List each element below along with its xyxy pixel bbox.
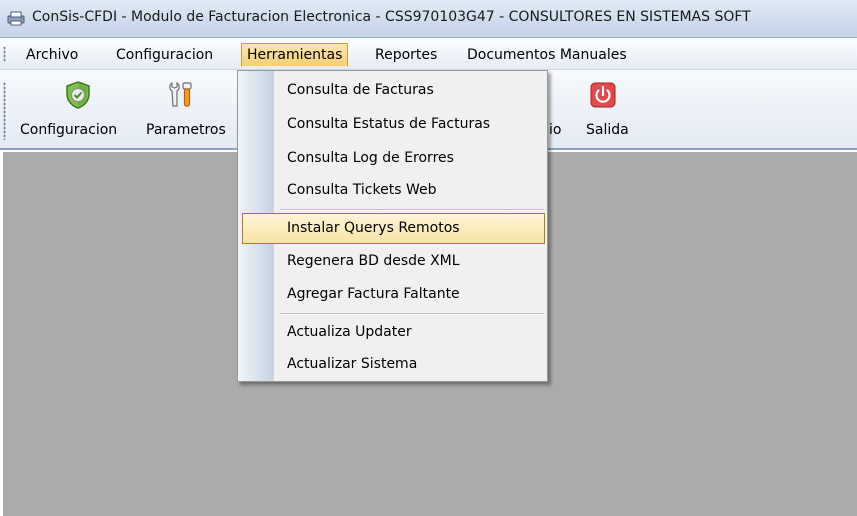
menubar-grip[interactable] [3, 46, 6, 62]
shield-check-icon [66, 81, 90, 109]
menu-item-consulta-tickets[interactable]: Consulta Tickets Web [242, 175, 545, 206]
tools-icon [169, 81, 192, 107]
menu-separator [280, 313, 544, 315]
herramientas-dropdown: Consulta de Facturas Consulta Estatus de… [237, 70, 548, 382]
menu-item-instalar-querys[interactable]: Instalar Querys Remotos [242, 213, 545, 244]
menu-item-consulta-log[interactable]: Consulta Log de Erorres [242, 143, 545, 174]
menu-item-agregar-factura[interactable]: Agregar Factura Faltante [242, 279, 545, 310]
menu-item-actualizar-sistema[interactable]: Actualizar Sistema [242, 349, 545, 380]
parametros-tool-button[interactable]: Parametros [144, 70, 238, 148]
menu-item-consulta-estatus[interactable]: Consulta Estatus de Facturas [242, 109, 545, 140]
hidden-tool-label: io [549, 122, 562, 138]
configuracion-tool-button[interactable]: Configuracion [18, 70, 142, 148]
main-window: ConSis-CFDI - Modulo de Facturacion Elec… [0, 0, 857, 516]
menu-herramientas[interactable]: Herramientas [241, 43, 349, 67]
toolbar-grip[interactable] [3, 82, 6, 140]
menu-documentos-manuales[interactable]: Documentos Manuales [461, 43, 633, 67]
title-bar[interactable]: ConSis-CFDI - Modulo de Facturacion Elec… [0, 0, 857, 38]
parametros-tool-label: Parametros [146, 122, 226, 138]
menu-item-actualiza-updater[interactable]: Actualiza Updater [242, 317, 545, 348]
menu-item-regenera-bd[interactable]: Regenera BD desde XML [242, 246, 545, 277]
configuracion-tool-label: Configuracion [20, 122, 118, 138]
salida-tool-label: Salida [586, 122, 629, 138]
power-icon [590, 82, 616, 108]
salida-tool-button[interactable]: Salida [583, 70, 647, 148]
menu-separator [280, 209, 544, 211]
menu-archivo[interactable]: Archivo [20, 43, 84, 67]
window-title: ConSis-CFDI - Modulo de Facturacion Elec… [32, 9, 751, 25]
menu-bar: Archivo Configuracion Herramientas Repor… [0, 38, 857, 70]
printer-app-icon [7, 11, 25, 26]
menu-item-consulta-facturas[interactable]: Consulta de Facturas [242, 75, 545, 106]
menu-reportes[interactable]: Reportes [369, 43, 443, 67]
menu-configuracion[interactable]: Configuracion [110, 43, 219, 67]
